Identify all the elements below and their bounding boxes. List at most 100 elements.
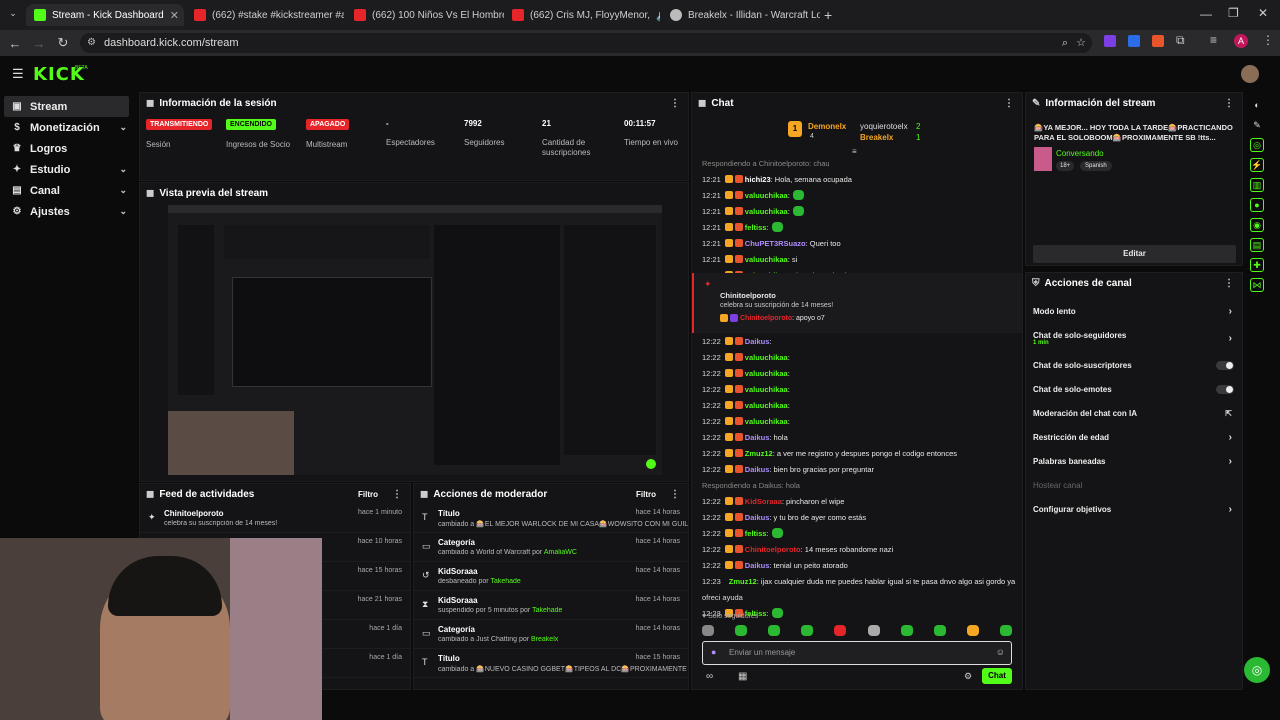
more-options-icon[interactable]: ⋮ <box>1004 98 1014 109</box>
send-chat-button[interactable]: Chat <box>982 668 1012 684</box>
emoji-icon[interactable]: ☺ <box>996 647 1005 657</box>
chat-username[interactable]: Zmuz12 <box>729 577 757 586</box>
extension-icon[interactable] <box>1152 35 1164 47</box>
mod-action-row[interactable]: ▭ Categoría cambiado a Just Chatting por B… <box>414 620 688 649</box>
mod-action-by[interactable]: Breakelx <box>531 636 558 643</box>
sidebar-item-canal[interactable]: ▤ Canal ⌄ <box>0 180 137 201</box>
tab-youtube-3[interactable]: (662) Cris MJ, FloyyMenor, 🔊 <box>504 4 660 26</box>
sub-name[interactable]: Chinitoelporoto <box>720 291 776 300</box>
chat-username[interactable]: valuuchikaa <box>745 255 788 264</box>
lightning-icon[interactable]: ⚡ <box>1250 158 1264 172</box>
close-tab-icon[interactable]: ✕ <box>164 9 179 22</box>
tab-youtube-1[interactable]: (662) #stake #kickstreamer #an ✕ <box>186 4 344 26</box>
chat-username[interactable]: Daikus <box>745 337 770 346</box>
reading-list-icon[interactable]: ≡ <box>1210 33 1217 47</box>
channel-action-item[interactable]: Chat de solo-suscriptores <box>1026 353 1242 377</box>
channel-action-item[interactable]: Configurar objetivos › <box>1026 497 1242 521</box>
chat-username[interactable]: valuuchikaa <box>745 191 788 200</box>
mod-action-by[interactable]: Takehade <box>490 578 520 585</box>
mod-action-row[interactable]: T Título cambiado a 🎰EL MEJOR WARLOCK DE M… <box>414 504 688 533</box>
chat-username[interactable]: Respondiendo a Daikus: hola <box>702 481 800 490</box>
sidebar-item-monetización[interactable]: $ Monetización ⌄ <box>0 117 137 138</box>
user-avatar[interactable] <box>1241 65 1259 83</box>
edit-button[interactable]: Editar <box>1033 245 1236 263</box>
gifter-name[interactable]: yoquierotoelx <box>860 122 908 131</box>
emote-icon[interactable] <box>768 625 781 636</box>
chat-username[interactable]: ChuPET3RSuazo <box>745 239 806 248</box>
sidebar-item-estudio[interactable]: ✦ Estudio ⌄ <box>0 159 137 180</box>
extension-icon[interactable] <box>1104 35 1116 47</box>
tab-kick-dashboard[interactable]: Stream - Kick Dashboard ✕ <box>26 4 184 26</box>
chat-username[interactable]: KidSoraaa <box>745 497 782 506</box>
chat-username[interactable]: Respondiendo a Chinitoelporoto: chau <box>702 159 830 168</box>
chat-username[interactable]: hichi23 <box>745 175 771 184</box>
chat-username[interactable]: Daikus <box>745 513 770 522</box>
chevron-right-icon[interactable]: › <box>1229 456 1232 467</box>
filter-button[interactable]: Filtro <box>636 490 656 499</box>
channel-action-item[interactable]: Chat de solo-emotes <box>1026 377 1242 401</box>
chat-username[interactable]: Chinitoelporoto <box>745 545 801 554</box>
chevron-down-icon[interactable]: ⌄ <box>119 164 127 175</box>
chat-username[interactable]: Daikus <box>745 561 770 570</box>
emote-icon[interactable] <box>702 625 714 636</box>
chat-input[interactable]: ● Enviar un mensaje ☺ <box>702 641 1012 665</box>
chat-username[interactable]: Zmuz12 <box>745 449 773 458</box>
mic-icon[interactable]: ● <box>711 647 716 657</box>
chat-username[interactable]: ofreci ayuda <box>702 593 743 602</box>
chat-username[interactable]: valuuchikaa <box>745 401 788 410</box>
forward-icon[interactable]: → <box>30 36 48 51</box>
emote-icon[interactable] <box>801 625 814 636</box>
feed-row[interactable]: ✦ Chinitoelporoto celebra su suscripción d… <box>140 504 410 533</box>
top-gifter-name[interactable]: Demonelx <box>808 122 846 131</box>
more-options-icon[interactable]: ⋮ <box>670 489 680 500</box>
mod-action-by[interactable]: Takehade <box>532 607 562 614</box>
tab-youtube-2[interactable]: (662) 100 Niños Vs El Hombre M ✕ <box>346 4 504 26</box>
chat-settings-gear-icon[interactable]: ⚙ <box>964 671 972 682</box>
chevron-right-icon[interactable]: › <box>1229 504 1232 515</box>
moon-icon[interactable]: ◐ <box>1250 98 1264 112</box>
gift-icon[interactable]: ▦ <box>738 671 747 682</box>
hamburger-menu-icon[interactable]: ☰ <box>12 66 24 82</box>
target-icon[interactable]: ◎ <box>1250 138 1264 152</box>
tab-warcraft-logs[interactable]: Breakelx - Illidan - Warcraft Log ✕ <box>662 4 820 26</box>
chat-username[interactable]: valuuchikaa <box>745 385 788 394</box>
edit-icon[interactable]: ✎ <box>1250 118 1264 132</box>
chat-username[interactable]: Daikus <box>745 433 770 442</box>
channel-action-item[interactable]: Palabras baneadas › <box>1026 449 1242 473</box>
chat-username[interactable]: valuuchikaa <box>745 207 788 216</box>
sub-user[interactable]: Chinitoelporoto <box>740 315 792 322</box>
emote-icon[interactable] <box>999 625 1012 636</box>
extension-icon[interactable] <box>1128 35 1140 47</box>
more-options-icon[interactable]: ⋮ <box>1224 278 1234 289</box>
profile-avatar[interactable]: A <box>1234 34 1248 48</box>
filter-button[interactable]: Filtro <box>358 490 378 499</box>
emote-icon[interactable] <box>735 625 748 636</box>
wrench-icon[interactable]: ✚ <box>1250 258 1264 272</box>
sidebar-item-stream[interactable]: ▣ Stream <box>4 96 129 117</box>
chevron-right-icon[interactable]: › <box>1229 333 1232 344</box>
mod-action-row[interactable]: ↺ KidSoraaa desbaneado por Takehade hace 14… <box>414 562 688 591</box>
toggle-switch[interactable] <box>1216 384 1234 394</box>
bookmark-star-icon[interactable]: ☆ <box>1076 33 1086 53</box>
goals-icon[interactable]: ∞ <box>706 671 713 682</box>
maximize-icon[interactable]: ❐ <box>1228 6 1239 20</box>
tab-list-icon[interactable]: ⌄ <box>6 8 20 22</box>
channel-action-item[interactable]: Restricción de edad › <box>1026 425 1242 449</box>
gifter-name[interactable]: Breakelx <box>860 133 893 142</box>
emote-icon[interactable] <box>900 625 913 636</box>
emote-icon[interactable] <box>933 625 946 636</box>
reload-icon[interactable]: ↻ <box>54 35 72 51</box>
chevron-right-icon[interactable]: › <box>1229 432 1232 443</box>
sidebar-item-ajustes[interactable]: ⚙ Ajustes ⌄ <box>0 201 137 222</box>
chat-username[interactable]: Daikus <box>745 465 770 474</box>
more-options-icon[interactable]: ⋮ <box>670 98 680 109</box>
minimize-icon[interactable]: — <box>1200 7 1212 21</box>
address-bar[interactable]: ⚙ dashboard.kick.com/stream ⌕ ☆ <box>80 33 1092 53</box>
speaker-icon[interactable]: 🔊 <box>650 9 660 22</box>
layout-icon[interactable]: ▤ <box>1250 238 1264 252</box>
sidebar-item-logros[interactable]: ♛ Logros <box>0 138 137 159</box>
new-tab-icon[interactable]: + <box>824 7 832 23</box>
mod-action-row[interactable]: ▭ Categoría cambiado a World of Warcraft p… <box>414 533 688 562</box>
chat-username[interactable]: feltiss <box>745 223 767 232</box>
channel-action-item[interactable]: Hostear canal <box>1026 473 1242 497</box>
